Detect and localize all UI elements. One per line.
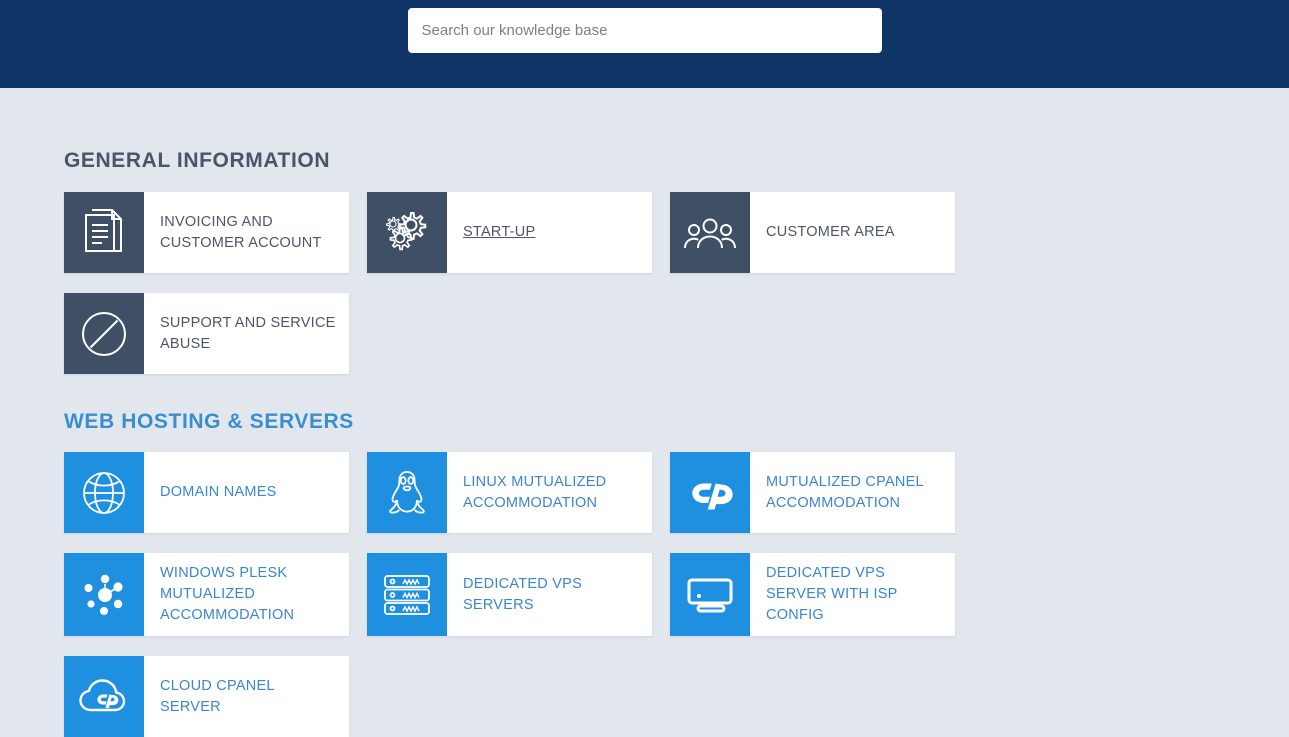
card-label: DOMAIN NAMES xyxy=(144,452,349,533)
card-label: INVOICING AND CUSTOMER ACCOUNT xyxy=(144,192,349,273)
card-link-dedicated-vps-server-with-isp-config[interactable]: DEDICATED VPS SERVER WITH ISP CONFIG xyxy=(766,563,943,626)
card-windows-plesk-mutualized-accommodation[interactable]: WINDOWS PLESK MUTUALIZED ACCOMMODATION xyxy=(64,553,349,636)
section-title-general-information: GENERAL INFORMATION xyxy=(64,149,331,172)
gears-icon xyxy=(367,192,447,273)
card-dedicated-vps-server-with-isp-config[interactable]: DEDICATED VPS SERVER WITH ISP CONFIG xyxy=(670,553,955,636)
card-customer-area[interactable]: CUSTOMER AREA xyxy=(670,192,955,273)
plesk-icon xyxy=(64,553,144,636)
card-link-cloud-cpanel-server[interactable]: CLOUD CPANEL SERVER xyxy=(160,676,337,718)
site-header xyxy=(0,0,1289,88)
section-web-hosting-and-servers: WEB HOSTING & SERVERS DOMAIN NAMES LINUX… xyxy=(64,374,1249,737)
card-label: CLOUD CPANEL SERVER xyxy=(144,656,349,737)
linux-penguin-icon xyxy=(367,452,447,533)
server-rack-icon xyxy=(367,553,447,636)
card-support-and-service-abuse[interactable]: SUPPORT AND SERVICE ABUSE xyxy=(64,293,349,374)
card-grid-web-hosting-and-servers: DOMAIN NAMES LINUX MUTUALIZED ACCOMMODAT… xyxy=(64,452,1249,737)
monitor-icon xyxy=(670,553,750,636)
card-cloud-cpanel-server[interactable]: CLOUD CPANEL SERVER xyxy=(64,656,349,737)
main-content: GENERAL INFORMATION INVOICING AND CUSTOM… xyxy=(0,88,1289,737)
card-link-customer-area[interactable]: CUSTOMER AREA xyxy=(766,222,895,243)
card-link-start-up[interactable]: START-UP xyxy=(463,222,535,243)
card-link-windows-plesk-mutualized-accommodation[interactable]: WINDOWS PLESK MUTUALIZED ACCOMMODATION xyxy=(160,563,337,626)
card-invoicing-and-customer-account[interactable]: INVOICING AND CUSTOMER ACCOUNT xyxy=(64,192,349,273)
card-label: WINDOWS PLESK MUTUALIZED ACCOMMODATION xyxy=(144,553,349,636)
search-container xyxy=(407,8,882,53)
card-label: LINUX MUTUALIZED ACCOMMODATION xyxy=(447,452,652,533)
search-input[interactable] xyxy=(407,8,882,53)
people-group-icon xyxy=(670,192,750,273)
cloud-cpanel-icon xyxy=(64,656,144,737)
card-link-linux-mutualized-accommodation[interactable]: LINUX MUTUALIZED ACCOMMODATION xyxy=(463,472,640,514)
card-label: DEDICATED VPS SERVERS xyxy=(447,553,652,636)
card-domain-names[interactable]: DOMAIN NAMES xyxy=(64,452,349,533)
card-label: START-UP xyxy=(447,192,652,273)
ban-circle-slash-icon xyxy=(64,293,144,374)
card-link-support-and-service-abuse[interactable]: SUPPORT AND SERVICE ABUSE xyxy=(160,313,337,355)
card-start-up[interactable]: START-UP xyxy=(367,192,652,273)
globe-icon xyxy=(64,452,144,533)
card-linux-mutualized-accommodation[interactable]: LINUX MUTUALIZED ACCOMMODATION xyxy=(367,452,652,533)
card-label: DEDICATED VPS SERVER WITH ISP CONFIG xyxy=(750,553,955,636)
cpanel-icon xyxy=(670,452,750,533)
section-title-web-hosting-and-servers: WEB HOSTING & SERVERS xyxy=(64,410,354,433)
section-general-information: GENERAL INFORMATION INVOICING AND CUSTOM… xyxy=(64,88,1249,374)
card-link-invoicing-and-customer-account[interactable]: INVOICING AND CUSTOMER ACCOUNT xyxy=(160,212,337,254)
card-link-domain-names[interactable]: DOMAIN NAMES xyxy=(160,482,277,503)
card-label: SUPPORT AND SERVICE ABUSE xyxy=(144,293,349,374)
card-link-mutualized-cpanel-accommodation[interactable]: MUTUALIZED CPANEL ACCOMMODATION xyxy=(766,472,943,514)
card-link-dedicated-vps-servers[interactable]: DEDICATED VPS SERVERS xyxy=(463,574,640,616)
documents-icon xyxy=(64,192,144,273)
card-label: MUTUALIZED CPANEL ACCOMMODATION xyxy=(750,452,955,533)
card-mutualized-cpanel-accommodation[interactable]: MUTUALIZED CPANEL ACCOMMODATION xyxy=(670,452,955,533)
card-label: CUSTOMER AREA xyxy=(750,192,955,273)
card-grid-general-information: INVOICING AND CUSTOMER ACCOUNT START-UP … xyxy=(64,192,1249,374)
card-dedicated-vps-servers[interactable]: DEDICATED VPS SERVERS xyxy=(367,553,652,636)
